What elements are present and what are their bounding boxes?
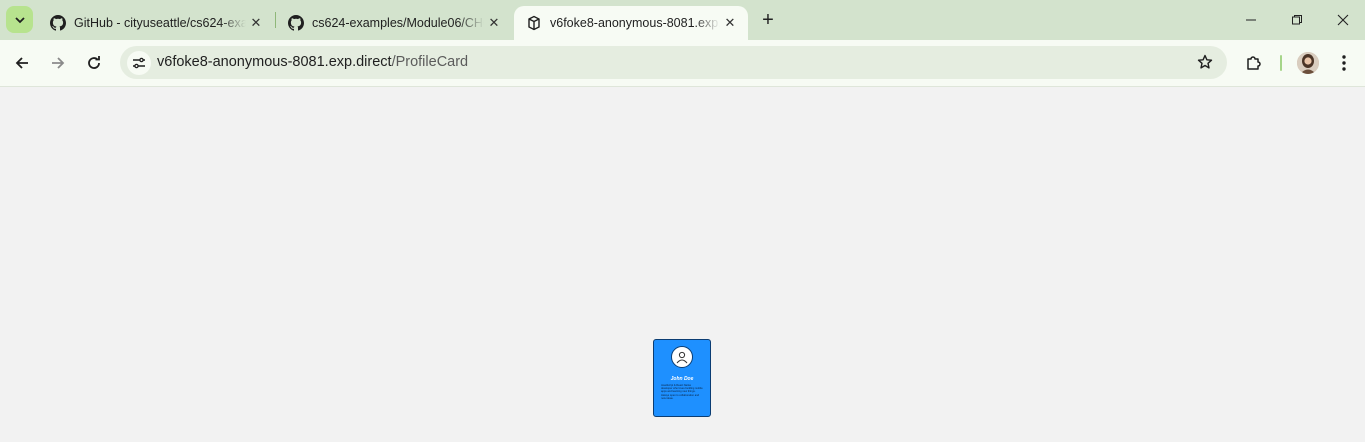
reload-icon xyxy=(88,56,100,69)
kebab-menu-icon xyxy=(1342,55,1346,71)
forward-button[interactable] xyxy=(44,49,72,77)
puzzle-icon xyxy=(1247,56,1261,70)
close-window-button[interactable] xyxy=(1320,0,1365,40)
arrow-right-icon xyxy=(52,57,65,69)
user-icon xyxy=(671,346,693,368)
close-tab-icon[interactable]: ✕ xyxy=(484,13,504,33)
tab-profilecard[interactable]: v6foke8-anonymous-8081.exp.direct ✕ xyxy=(514,6,748,40)
address-bar[interactable]: v6foke8-anonymous-8081.exp.direct/Profil… xyxy=(120,46,1227,79)
tab-strip: GitHub - cityuseattle/cs624-examples ✕ c… xyxy=(0,0,1365,40)
tab-search-button[interactable] xyxy=(6,6,33,33)
minimize-button[interactable] xyxy=(1228,0,1274,40)
tab-title: GitHub - cityuseattle/cs624-examples xyxy=(74,16,246,30)
browser-toolbar: v6foke8-anonymous-8081.exp.direct/Profil… xyxy=(0,40,1365,87)
browser-menu-button[interactable] xyxy=(1334,51,1354,75)
profile-name: John Doe xyxy=(670,376,694,382)
back-button[interactable] xyxy=(8,49,36,77)
url-path: /ProfileCard xyxy=(391,54,469,70)
restore-icon xyxy=(1292,15,1302,25)
close-tab-icon[interactable]: ✕ xyxy=(720,13,740,33)
tab-module06[interactable]: cs624-examples/Module06/CH06 ✕ xyxy=(276,6,512,40)
extensions-button[interactable] xyxy=(1242,51,1266,75)
url-text[interactable]: v6foke8-anonymous-8081.exp.direct/Profil… xyxy=(157,54,468,70)
tab-title: v6foke8-anonymous-8081.exp.direct xyxy=(550,16,720,30)
restore-button[interactable] xyxy=(1274,0,1320,40)
expo-icon xyxy=(526,15,542,31)
github-icon xyxy=(288,15,304,31)
github-icon xyxy=(50,15,66,31)
reload-button[interactable] xyxy=(80,49,108,77)
avatar-icon xyxy=(1297,52,1319,74)
close-tab-icon[interactable]: ✕ xyxy=(246,13,266,33)
tab-title: cs624-examples/Module06/CH06 xyxy=(312,16,484,30)
star-icon xyxy=(1197,54,1213,69)
minimize-icon xyxy=(1246,19,1256,21)
tune-icon xyxy=(133,57,145,69)
url-host: v6foke8-anonymous-8081.exp.direct xyxy=(157,54,392,70)
toolbar-separator xyxy=(1280,55,1282,71)
new-tab-button[interactable]: + xyxy=(756,8,780,32)
bookmark-button[interactable] xyxy=(1195,52,1215,72)
profile-card: John Doe JavaScript & React Native devel… xyxy=(653,339,711,417)
arrow-left-icon xyxy=(15,57,28,69)
tab-github-repo[interactable]: GitHub - cityuseattle/cs624-examples ✕ xyxy=(38,6,274,40)
close-icon xyxy=(1337,14,1349,26)
site-info-button[interactable] xyxy=(127,51,151,75)
profile-bio: JavaScript & React Native developer who … xyxy=(661,384,703,400)
profile-avatar[interactable] xyxy=(1297,52,1319,74)
chevron-down-icon xyxy=(14,16,25,23)
